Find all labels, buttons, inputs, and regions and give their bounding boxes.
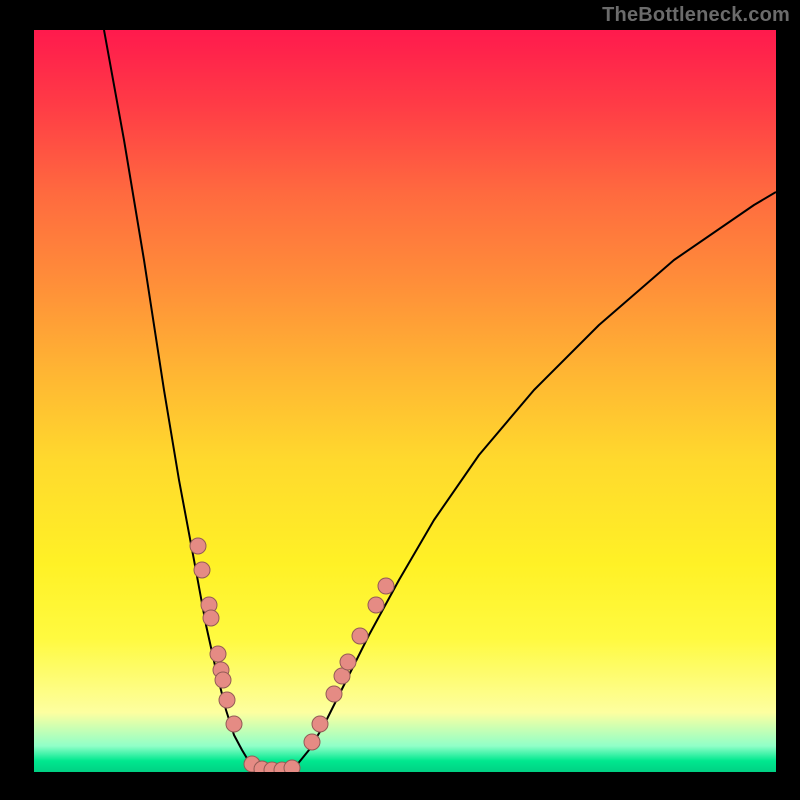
marker-dot [284,760,300,772]
marker-dot [378,578,394,594]
marker-dot [215,672,231,688]
curve-line [104,30,776,770]
marker-dot [190,538,206,554]
marker-dot [326,686,342,702]
bottleneck-curve [104,30,776,770]
marker-dot [203,610,219,626]
marker-dot [226,716,242,732]
marker-dot [368,597,384,613]
plot-area [34,30,776,772]
marker-dot [340,654,356,670]
outer-frame: TheBottleneck.com [0,0,800,800]
marker-dot [194,562,210,578]
marker-dot [219,692,235,708]
watermark-text: TheBottleneck.com [602,4,790,27]
marker-dot [352,628,368,644]
marker-dot [210,646,226,662]
marker-dot [312,716,328,732]
marker-dot [304,734,320,750]
marker-dots [190,538,394,772]
chart-svg [34,30,776,772]
